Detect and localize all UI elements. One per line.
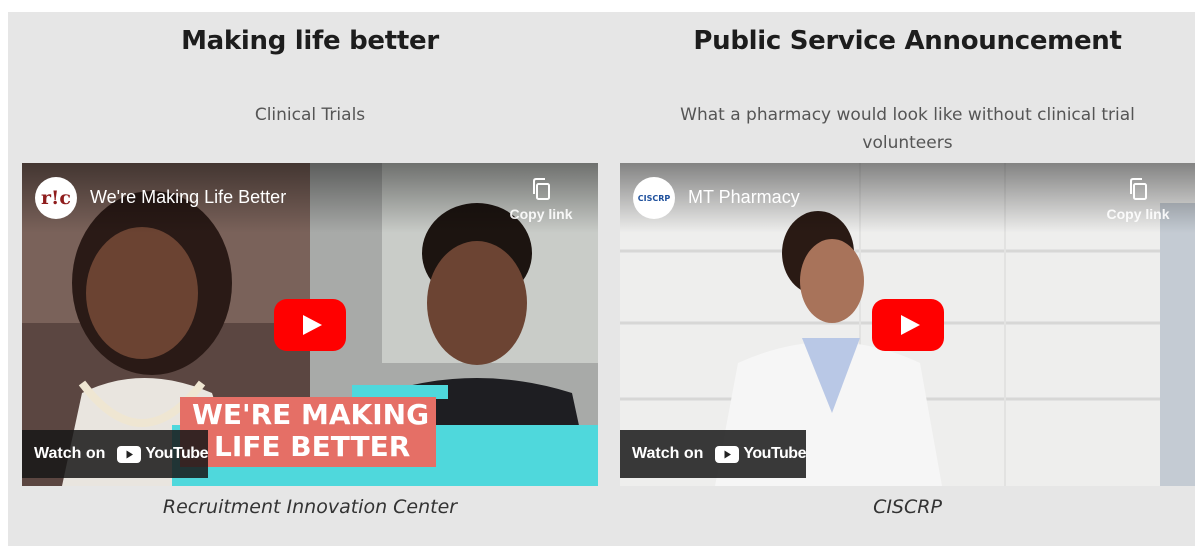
youtube-wordmark: YouTube [145, 445, 208, 462]
left-video-caption: Recruitment Innovation Center [162, 496, 458, 518]
overlay-line-2: LIFE BETTER [214, 430, 411, 463]
youtube-logo: YouTube [117, 445, 208, 463]
copy-icon [1130, 178, 1147, 200]
left-play-button[interactable] [274, 298, 346, 351]
left-video-player[interactable]: WE'RE MAKING LIFE BETTER r!c We're Makin… [22, 163, 598, 486]
right-play-button[interactable] [871, 298, 944, 351]
left-copy-link-button[interactable]: Copy link [506, 177, 576, 222]
youtube-icon [117, 445, 142, 463]
left-section-title: Making life better [181, 26, 439, 56]
copy-link-label: Copy link [1106, 206, 1170, 222]
right-video-player[interactable]: CISCRP MT Pharmacy Copy link Watch on Yo… [620, 163, 1195, 486]
right-video-caption: CISCRP [873, 496, 942, 518]
youtube-icon [715, 445, 740, 463]
copy-icon [533, 178, 550, 200]
watch-on-label: Watch on [632, 445, 704, 462]
ciscrp-logo: CISCRP [637, 193, 671, 203]
copy-link-label: Copy link [509, 206, 573, 222]
left-video-title[interactable]: We're Making Life Better [90, 187, 286, 208]
right-channel-avatar[interactable]: CISCRP [633, 177, 675, 219]
left-channel-avatar[interactable]: r!c [35, 177, 77, 219]
youtube-wordmark: YouTube [743, 445, 806, 462]
right-watch-on-youtube[interactable]: Watch on YouTube [620, 430, 806, 478]
left-watch-on-youtube[interactable]: Watch on YouTube [22, 430, 208, 478]
overlay-line-1: WE'RE MAKING [192, 398, 430, 431]
left-video-overlay-text: WE'RE MAKING LIFE BETTER [192, 399, 429, 463]
right-section-subtitle: What a pharmacy would look like without … [680, 105, 1135, 153]
youtube-logo: YouTube [715, 445, 806, 463]
right-video-title[interactable]: MT Pharmacy [688, 187, 800, 208]
left-section-subtitle: Clinical Trials [254, 105, 366, 125]
right-section-title: Public Service Announcement [693, 26, 1122, 56]
watch-on-label: Watch on [34, 445, 106, 462]
ric-logo: r!c [41, 187, 71, 209]
right-copy-link-button[interactable]: Copy link [1103, 177, 1173, 222]
content-panel: Making life better Clinical Trials WE'RE… [8, 12, 1195, 546]
